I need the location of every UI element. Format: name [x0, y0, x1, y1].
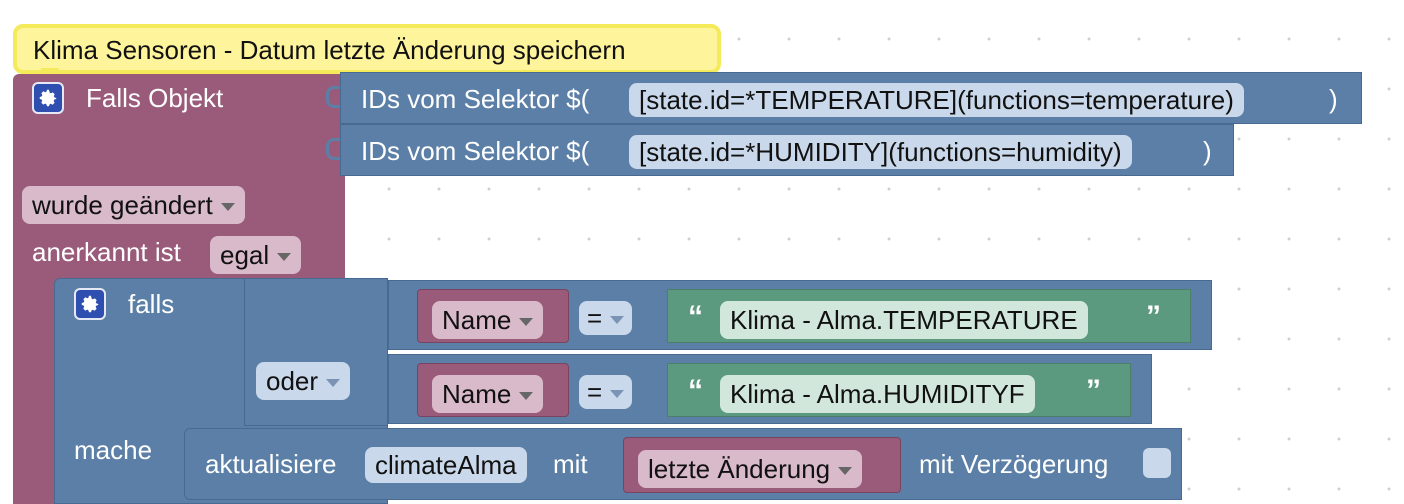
compare-operator: =: [587, 303, 603, 333]
if-label: falls: [128, 289, 175, 319]
chevron-down-icon: [326, 379, 341, 388]
selector-input[interactable]: [state.id=*TEMPERATURE](functions=temper…: [629, 83, 1244, 117]
name-block[interactable]: Name: [417, 363, 569, 417]
selector-block-temperature[interactable]: IDs vom Selektor $( [state.id=*TEMPERATU…: [340, 72, 1362, 124]
connector-tab: [326, 86, 340, 108]
quote-open: “: [688, 374, 703, 407]
compare-block[interactable]: Name = “ Klima - Alma.HUMIDITYF ”: [388, 354, 1152, 424]
operator-dropdown[interactable]: oder: [256, 362, 351, 400]
quote-close: ”: [1146, 300, 1161, 333]
value-block[interactable]: letzte Änderung: [623, 437, 901, 493]
delay-checkbox[interactable]: [1143, 448, 1171, 478]
ack-label: anerkannt ist: [32, 237, 181, 267]
name-dropdown[interactable]: Name: [432, 301, 544, 339]
do-label: mache: [74, 435, 153, 465]
connector-tab: [326, 138, 340, 160]
change-mode-dropdown[interactable]: wurde geändert: [22, 186, 245, 224]
value-dropdown[interactable]: letzte Änderung: [638, 450, 863, 488]
chevron-down-icon: [277, 253, 292, 262]
selector-prefix: IDs vom Selektor $(: [361, 84, 590, 114]
chevron-down-icon: [610, 316, 625, 325]
text-block[interactable]: “ Klima - Alma.TEMPERATURE ”: [667, 289, 1191, 343]
comment-bubble[interactable]: Klima Sensoren - Datum letzte Änderung s…: [13, 24, 721, 74]
quote-close: ”: [1086, 374, 1101, 407]
chevron-down-icon: [838, 467, 853, 476]
with-label: mit: [553, 449, 588, 479]
comment-text: Klima Sensoren - Datum letzte Änderung s…: [33, 35, 626, 65]
chevron-down-icon: [610, 390, 625, 399]
change-mode-value: wurde geändert: [32, 190, 213, 220]
selector-block-humidity[interactable]: IDs vom Selektor $( [state.id=*HUMIDITY]…: [340, 124, 1234, 176]
compare-operator-dropdown[interactable]: =: [579, 375, 633, 409]
name-dropdown[interactable]: Name: [432, 375, 544, 413]
chevron-down-icon: [519, 318, 534, 327]
update-block[interactable]: aktualisiere climateAlma mit letzte Ände…: [184, 428, 1182, 500]
name-block[interactable]: Name: [417, 289, 569, 343]
delay-label: mit Verzögerung: [919, 449, 1109, 479]
value-text: letzte Änderung: [648, 454, 831, 484]
trigger-label: Falls Objekt: [86, 83, 224, 113]
compare-operator: =: [587, 377, 603, 407]
text-block[interactable]: “ Klima - Alma.HUMIDITYF ”: [667, 363, 1131, 417]
variable-input[interactable]: climateAlma: [365, 447, 527, 483]
selector-prefix: IDs vom Selektor $(: [361, 136, 590, 166]
selector-input[interactable]: [state.id=*HUMIDITY](functions=humidity): [629, 135, 1132, 169]
compare-block[interactable]: Name = “ Klima - Alma.TEMPERATURE ”: [388, 280, 1212, 350]
name-value: Name: [442, 379, 512, 409]
chevron-down-icon: [519, 392, 534, 401]
trigger-settings-gear[interactable]: [32, 82, 64, 114]
selector-suffix: ): [1203, 136, 1212, 166]
if-block-cond-area: [244, 278, 388, 426]
update-label: aktualisiere: [205, 449, 337, 479]
operator-value: oder: [266, 366, 319, 396]
ack-value: egal: [220, 240, 270, 270]
gear-icon: [81, 295, 99, 313]
gear-icon: [39, 89, 57, 107]
if-settings-gear[interactable]: [74, 288, 106, 320]
name-value: Name: [442, 305, 512, 335]
text-input[interactable]: Klima - Alma.HUMIDITYF: [720, 375, 1035, 413]
ack-dropdown[interactable]: egal: [210, 236, 302, 274]
compare-operator-dropdown[interactable]: =: [579, 301, 633, 335]
text-input[interactable]: Klima - Alma.TEMPERATURE: [720, 301, 1088, 339]
selector-suffix: ): [1329, 84, 1338, 114]
chevron-down-icon: [220, 203, 235, 212]
quote-open: “: [688, 300, 703, 333]
